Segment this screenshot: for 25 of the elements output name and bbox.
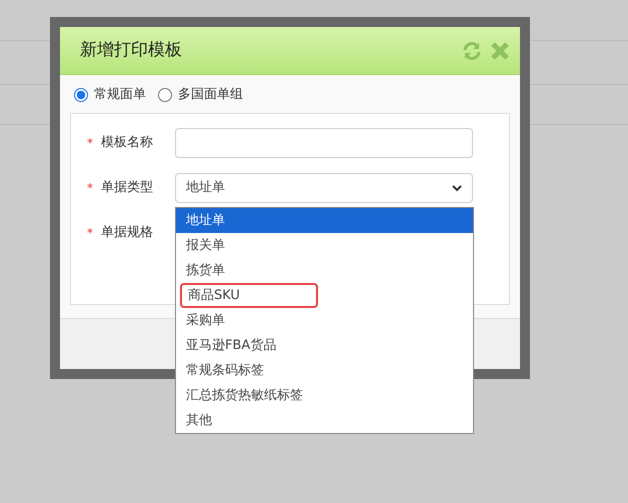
dropdown-option[interactable]: 采购单: [176, 308, 473, 333]
dropdown-option[interactable]: 汇总拣货热敏纸标签: [176, 383, 473, 408]
required-mark: *: [87, 225, 94, 242]
dropdown-option[interactable]: 报关单: [176, 233, 473, 258]
field-label: 单据规格: [101, 224, 154, 242]
dropdown-option[interactable]: 商品SKU: [180, 283, 318, 308]
dialog-title: 新增打印模板: [80, 38, 182, 62]
dropdown-option[interactable]: 其他: [176, 408, 473, 433]
radio-label: 常规面单: [94, 86, 146, 104]
radio-button[interactable]: [158, 88, 172, 102]
dropdown-option[interactable]: 地址单: [176, 208, 473, 233]
required-mark: *: [87, 135, 94, 152]
field-label: 模板名称: [101, 134, 154, 152]
chevron-down-icon: [452, 184, 462, 192]
type-select[interactable]: 地址单: [175, 173, 473, 203]
input-field[interactable]: [175, 128, 473, 158]
dropdown-option[interactable]: 亚马逊FBA货品: [176, 333, 473, 358]
dropdown-option[interactable]: 拣货单: [176, 258, 473, 283]
refresh-icon[interactable]: [462, 40, 482, 60]
radio-button[interactable]: [74, 88, 88, 102]
close-icon[interactable]: [490, 40, 510, 60]
dropdown-option[interactable]: 常规条码标签: [176, 358, 473, 383]
radio-label: 多国面单组: [178, 86, 243, 104]
required-mark: *: [87, 180, 94, 197]
field-label: 单据类型: [101, 179, 154, 198]
